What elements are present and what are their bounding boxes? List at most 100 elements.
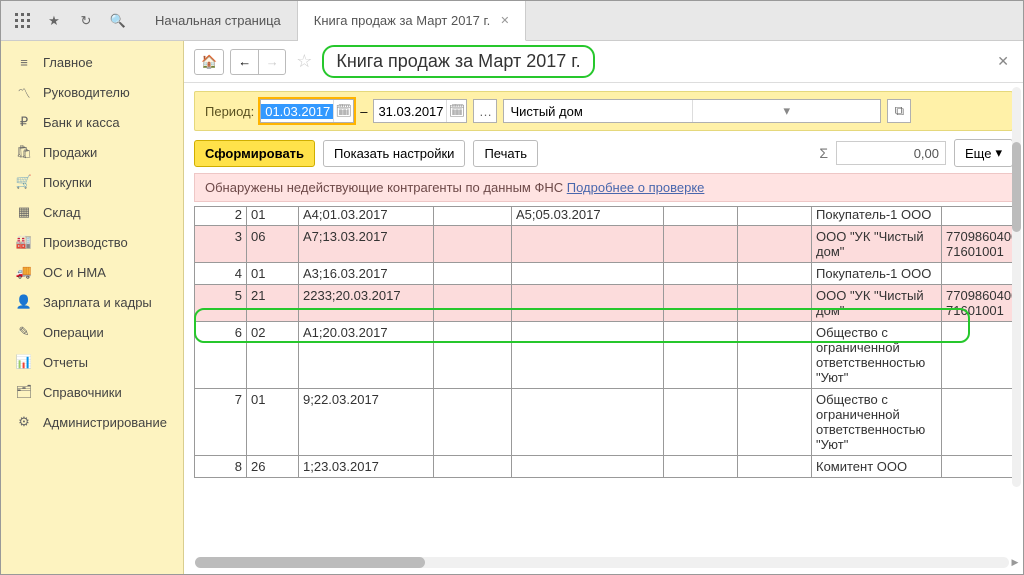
table-cell: 02 (247, 322, 299, 389)
table-row[interactable]: 8261;23.03.2017 Комитент ООО (195, 456, 1014, 478)
table-row[interactable]: 602A1;20.03.2017Общество с ограниченной … (195, 322, 1014, 389)
table-cell: 4 (195, 263, 247, 285)
apps-icon[interactable] (7, 6, 37, 36)
favorite-icon[interactable]: ☆ (296, 51, 312, 72)
date-from-field[interactable]: 01.03.2017 🗓 (260, 99, 354, 123)
tab-label: Книга продаж за Март 2017 г. (314, 13, 490, 28)
date-to-value[interactable]: 31.03.2017 (374, 104, 446, 119)
period-select-button[interactable]: … (473, 99, 497, 123)
sum-field[interactable]: 0,00 (836, 141, 946, 165)
table-cell (434, 456, 512, 478)
table-cell: A5;05.03.2017 (512, 207, 664, 226)
table-cell: ООО "УК "Чистый дом" (812, 226, 942, 263)
table-cell (434, 285, 512, 322)
table-cell (738, 263, 812, 285)
sidebar-icon: ₽ (15, 114, 33, 130)
table-row[interactable]: 201A4;01.03.2017A5;05.03.2017Покупатель-… (195, 207, 1014, 226)
sidebar-item-10[interactable]: 📊Отчеты (1, 347, 183, 377)
sidebar-item-label: Администрирование (43, 415, 167, 430)
generate-button[interactable]: Сформировать (194, 140, 315, 167)
table-row[interactable]: 5212233;20.03.2017ООО "УК "Чистый дом"77… (195, 285, 1014, 322)
show-settings-button[interactable]: Показать настройки (323, 140, 465, 167)
table-cell (434, 226, 512, 263)
table-cell: 01 (247, 207, 299, 226)
tab-home[interactable]: Начальная страница (139, 1, 298, 40)
table-cell: A4;01.03.2017 (299, 207, 434, 226)
warning-link[interactable]: Подробнее о проверке (567, 180, 705, 195)
table-cell (664, 207, 738, 226)
sidebar-icon: 📊 (15, 354, 33, 370)
sidebar-item-6[interactable]: 🏭Производство (1, 227, 183, 257)
table-cell: Комитент ООО (812, 456, 942, 478)
table-cell (512, 389, 664, 456)
table-cell: A1;20.03.2017 (299, 322, 434, 389)
sidebar-item-9[interactable]: ✎Операции (1, 317, 183, 347)
sidebar-icon: ≡ (15, 55, 33, 70)
search-icon[interactable]: 🔍 (103, 6, 133, 36)
sidebar-item-11[interactable]: 🗂Справочники (1, 377, 183, 407)
close-icon[interactable]: ✕ (500, 14, 509, 27)
table-row[interactable]: 7019;22.03.2017Общество с ограниченной о… (195, 389, 1014, 456)
horizontal-scrollbar[interactable] (195, 557, 1009, 568)
table-cell: 7 (195, 389, 247, 456)
chevron-down-icon: ▾ (995, 145, 1002, 161)
sidebar-item-1[interactable]: 〽Руководителю (1, 77, 183, 107)
home-button[interactable]: 🏠 (194, 49, 224, 75)
table-cell: 26 (247, 456, 299, 478)
expand-button[interactable]: ⧉ (887, 99, 911, 123)
star-icon[interactable]: ★ (39, 6, 69, 36)
table-cell (664, 456, 738, 478)
date-from-value[interactable]: 01.03.2017 (261, 104, 333, 119)
close-page-button[interactable]: ✕ (993, 49, 1013, 74)
table-cell: 1;23.03.2017 (299, 456, 434, 478)
sidebar-icon: ▦ (15, 204, 33, 220)
table-cell (434, 263, 512, 285)
sidebar-item-label: Зарплата и кадры (43, 295, 152, 310)
scrollbar-thumb[interactable] (195, 557, 425, 568)
table-row[interactable]: 401A3;16.03.2017Покупатель-1 ООО (195, 263, 1014, 285)
date-to-field[interactable]: 31.03.2017 🗓 (373, 99, 467, 123)
sidebar-item-5[interactable]: ▦ Склад (1, 197, 183, 227)
table-cell (664, 389, 738, 456)
table-cell: 8 (195, 456, 247, 478)
sidebar-icon: 🚚 (15, 264, 33, 280)
scroll-right-icon[interactable]: ▶ (1009, 557, 1021, 568)
calendar-icon[interactable]: 🗓 (333, 100, 353, 122)
table-cell (434, 322, 512, 389)
sidebar-item-3[interactable]: 🛍Продажи (1, 137, 183, 167)
chevron-down-icon[interactable]: ▾ (692, 100, 881, 122)
table-cell: 3 (195, 226, 247, 263)
table-cell (512, 226, 664, 263)
sidebar-item-8[interactable]: 👤 Зарплата и кадры (1, 287, 183, 317)
sidebar-item-12[interactable]: ⚙Администрирование (1, 407, 183, 437)
table-cell: A3;16.03.2017 (299, 263, 434, 285)
tab-sales-book[interactable]: Книга продаж за Март 2017 г. ✕ (298, 1, 527, 41)
sidebar-item-4[interactable]: 🛒Покупки (1, 167, 183, 197)
calendar-icon[interactable]: 🗓 (446, 100, 466, 122)
sidebar-item-label: Покупки (43, 175, 92, 190)
organization-select[interactable]: Чистый дом ▾ (503, 99, 881, 123)
vertical-scrollbar[interactable] (1012, 87, 1021, 487)
table-cell (434, 207, 512, 226)
scrollbar-thumb[interactable] (1012, 142, 1021, 232)
sidebar-item-label: Склад (43, 205, 81, 220)
sidebar-item-0[interactable]: ≡Главное (1, 47, 183, 77)
more-button[interactable]: Еще▾ (954, 139, 1013, 167)
print-button[interactable]: Печать (473, 140, 538, 167)
sidebar-icon: 🏭 (15, 234, 33, 250)
sidebar-icon: 🛍 (15, 144, 33, 160)
table-row[interactable]: 306A7;13.03.2017ООО "УК "Чистый дом"7709… (195, 226, 1014, 263)
history-icon[interactable]: ↻ (71, 6, 101, 36)
sidebar-item-7[interactable]: 🚚ОС и НМА (1, 257, 183, 287)
table-cell: 01 (247, 263, 299, 285)
sidebar-icon: 👤 (15, 294, 33, 310)
sidebar-item-2[interactable]: ₽Банк и касса (1, 107, 183, 137)
page-title: Книга продаж за Март 2017 г. (322, 45, 594, 78)
table-cell: 06 (247, 226, 299, 263)
forward-button[interactable]: → (258, 49, 286, 75)
table-cell: 2233;20.03.2017 (299, 285, 434, 322)
back-button[interactable]: ← (230, 49, 258, 75)
sidebar-icon: ✎ (15, 324, 33, 340)
table-cell (942, 263, 1014, 285)
table-cell (512, 322, 664, 389)
